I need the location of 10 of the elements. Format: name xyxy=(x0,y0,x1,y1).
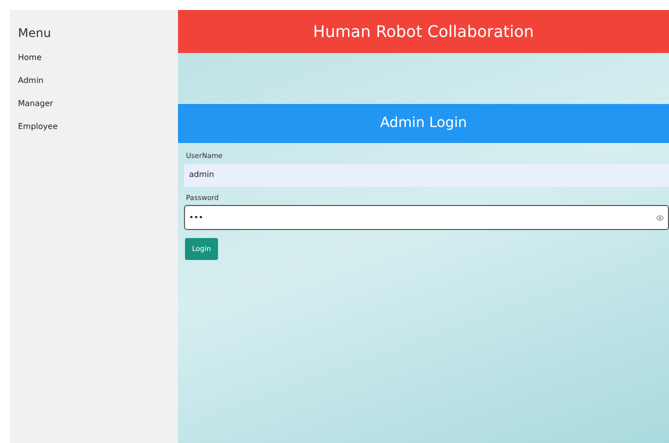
menu-title: Menu xyxy=(18,25,51,42)
input-field[interactable]: ••• xyxy=(184,205,669,230)
menu-item[interactable]: Employee xyxy=(18,121,58,132)
login-title: Admin Login xyxy=(380,114,467,133)
eye-icon[interactable] xyxy=(656,214,664,222)
menu-item[interactable]: Manager xyxy=(18,98,54,109)
menu-item[interactable]: Home xyxy=(18,52,42,63)
input-field[interactable]: admin xyxy=(184,164,669,186)
menu-item[interactable]: Admin xyxy=(18,75,44,86)
header-title: Human Robot Collaboration xyxy=(313,20,534,42)
